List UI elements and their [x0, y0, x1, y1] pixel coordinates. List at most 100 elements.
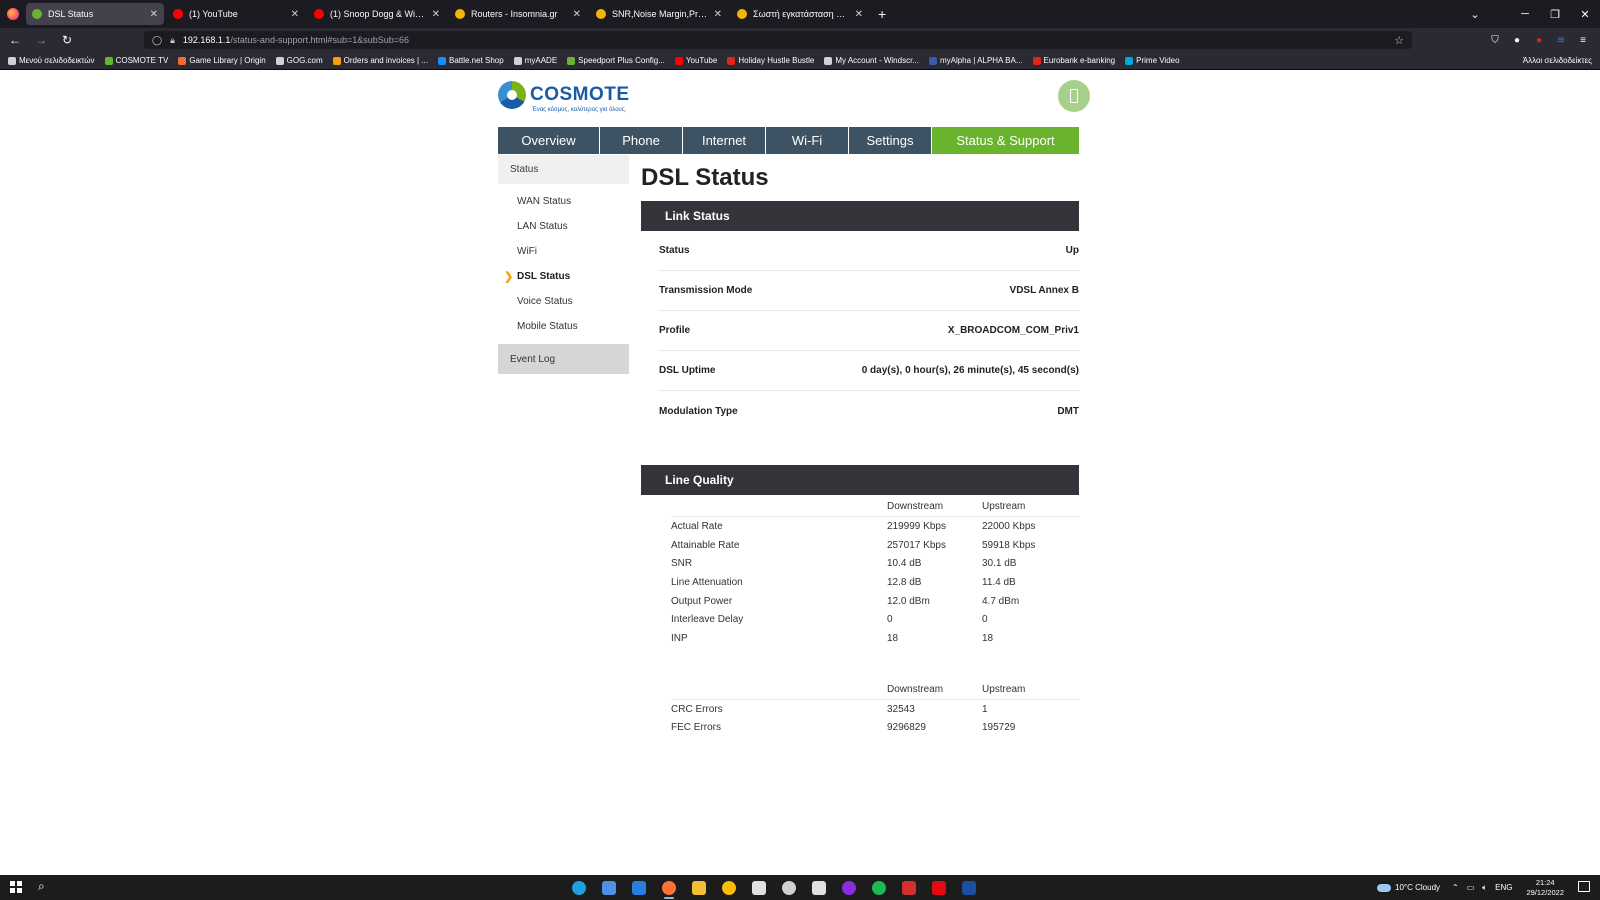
page-title: DSL Status	[641, 164, 769, 191]
bookmark-item[interactable]: YouTube	[674, 56, 717, 65]
clock[interactable]: 21:24 29/12/2022	[1526, 878, 1564, 898]
firefox-icon[interactable]	[0, 0, 26, 28]
weather-widget[interactable]: 10°C Cloudy	[1377, 883, 1440, 892]
extension-red-icon[interactable]: ●	[1528, 35, 1550, 46]
browser-tab[interactable]: (1) Snoop Dogg & Wiz Khalifa ✕	[308, 3, 446, 25]
bookmark-item[interactable]: Prime Video	[1125, 56, 1180, 65]
tab-close-icon[interactable]: ✕	[291, 9, 299, 20]
bookmark-item[interactable]: My Account - Windscr...	[824, 56, 919, 65]
address-bar[interactable]: ◯ 🔒︎ 192.168.1.1 /status-and-support.htm…	[144, 31, 1412, 49]
bookmark-star-icon[interactable]: ☆	[1394, 34, 1404, 47]
sidebar-item-mobile-status[interactable]: Mobile Status	[498, 314, 629, 339]
bookmark-label: Battle.net Shop	[449, 56, 504, 65]
line-quality-heading: Line Quality	[641, 465, 1079, 495]
tab-close-icon[interactable]: ✕	[432, 9, 440, 20]
account-icon[interactable]: ●	[1506, 35, 1528, 46]
sidebar-item-dsl-status[interactable]: ❯ DSL Status	[498, 264, 629, 289]
taskbar-store-icon[interactable]	[594, 875, 624, 900]
other-bookmarks[interactable]: Άλλοι σελιδοδείκτες	[1523, 56, 1592, 65]
taskbar-ea-icon[interactable]	[804, 875, 834, 900]
bookmark-label: Eurobank e-banking	[1043, 56, 1116, 65]
table-row: FEC Errors 9296829 195729	[671, 719, 1079, 738]
new-tab-icon[interactable]: +	[878, 6, 886, 22]
browser-tab[interactable]: Σωστή εγκατάσταση ADSL,συν ✕	[731, 3, 869, 25]
menu-item-overview[interactable]: Overview	[498, 127, 600, 154]
volume-icon[interactable]: 🔈︎	[1482, 883, 1487, 893]
tab-close-icon[interactable]: ✕	[150, 9, 158, 20]
taskbar-mail-icon[interactable]	[624, 875, 654, 900]
sidebar-item-event-log[interactable]: Event Log	[498, 344, 629, 374]
bookmark-item[interactable]: GOG.com	[275, 56, 323, 65]
row-label: CRC Errors	[671, 703, 723, 715]
bookmark-favicon-icon	[332, 56, 341, 65]
taskbar-app-64-icon[interactable]	[894, 875, 924, 900]
back-icon[interactable]: ←	[4, 33, 26, 47]
main-content: DSL Status Link Status Status Up Transmiss…	[641, 155, 1079, 737]
browser-tab[interactable]: (1) YouTube ✕	[167, 3, 305, 25]
taskbar-netflix-icon[interactable]	[924, 875, 954, 900]
bookmark-item[interactable]: myAlpha | ALPHA BA...	[928, 56, 1023, 65]
bookmark-item[interactable]: Game Library | Origin	[178, 56, 266, 65]
taskbar-explorer-icon[interactable]	[684, 875, 714, 900]
extension-blue-icon[interactable]: ≋	[1550, 35, 1572, 46]
tab-close-icon[interactable]: ✕	[855, 9, 863, 20]
bookmark-item[interactable]: Orders and invoices | ...	[332, 56, 428, 65]
menu-item-internet[interactable]: Internet	[683, 127, 766, 154]
cell-value: 18	[887, 632, 899, 644]
sidebar-item-voice-status[interactable]: Voice Status	[498, 289, 629, 314]
taskbar-firefox-icon[interactable]	[654, 875, 684, 900]
link-status-value: DMT	[1057, 405, 1079, 417]
sidebar-item-wan-status[interactable]: WAN Status	[498, 189, 629, 214]
reload-icon[interactable]: ↻	[56, 33, 78, 47]
restore-icon[interactable]: ❐	[1540, 8, 1570, 21]
bookmark-item[interactable]: Battle.net Shop	[438, 56, 504, 65]
menu-item-status-support[interactable]: Status & Support	[932, 127, 1079, 154]
chevron-up-icon[interactable]: ⌃	[1452, 883, 1459, 892]
row-label: INP	[671, 632, 688, 644]
logout-button[interactable]	[1058, 80, 1090, 112]
windows-start-icon[interactable]	[10, 881, 22, 893]
taskbar-edge-icon[interactable]	[564, 875, 594, 900]
taskbar-epic-icon[interactable]	[744, 875, 774, 900]
sidebar-item-lan-status[interactable]: LAN Status	[498, 214, 629, 239]
sidebar-heading[interactable]: Status	[498, 155, 629, 184]
bookmark-item[interactable]: Speedport Plus Config...	[567, 56, 665, 65]
lock-icon[interactable]: 🔒︎	[170, 35, 175, 46]
menu-item-wi-fi[interactable]: Wi-Fi	[766, 127, 849, 154]
bookmark-label: Orders and invoices | ...	[343, 56, 428, 65]
bookmark-item[interactable]: myAADE	[513, 56, 557, 65]
taskbar-chrome-icon[interactable]	[714, 875, 744, 900]
menu-icon[interactable]: ≡	[1572, 35, 1594, 46]
forward-icon[interactable]: →	[30, 33, 52, 47]
browser-tab[interactable]: Routers - Insomnia.gr ✕	[449, 3, 587, 25]
language-indicator[interactable]: ENG	[1495, 883, 1512, 892]
bookmark-item[interactable]: Μενού σελιδοδεικτών	[8, 56, 95, 65]
list-all-tabs-icon[interactable]: ⌄	[1460, 8, 1490, 21]
taskbar-app-blue-icon[interactable]	[954, 875, 984, 900]
cosmote-logo[interactable]: COSMOTE Ένας κόσμος, καλύτερος για όλους…	[498, 81, 630, 113]
row-label: Attainable Rate	[671, 539, 740, 551]
browser-tab[interactable]: DSL Status ✕	[26, 3, 164, 25]
bookmark-item[interactable]: Holiday Hustle Bustle	[727, 56, 814, 65]
bookmark-label: GOG.com	[286, 56, 323, 65]
menu-item-phone[interactable]: Phone	[600, 127, 683, 154]
bookmark-item[interactable]: COSMOTE TV	[104, 56, 168, 65]
taskbar-obs-icon[interactable]	[774, 875, 804, 900]
pocket-icon[interactable]: ⛉	[1484, 35, 1506, 46]
network-icon[interactable]: ▭	[1467, 883, 1475, 892]
sidebar-item-wifi[interactable]: WiFi	[498, 239, 629, 264]
tab-close-icon[interactable]: ✕	[573, 9, 581, 20]
table-row: SNR 10.4 dB 30.1 dB	[671, 554, 1079, 573]
link-status-row: DSL Uptime 0 day(s), 0 hour(s), 26 minute…	[659, 351, 1079, 391]
bookmark-item[interactable]: Eurobank e-banking	[1032, 56, 1116, 65]
browser-tab[interactable]: SNR,Noise Margin,Profiles Περ ✕	[590, 3, 728, 25]
taskbar-spotify-icon[interactable]	[864, 875, 894, 900]
menu-item-settings[interactable]: Settings	[849, 127, 932, 154]
close-window-icon[interactable]: ✕	[1570, 8, 1600, 21]
minimize-icon[interactable]: ─	[1510, 8, 1540, 20]
taskbar-app-purple-icon[interactable]	[834, 875, 864, 900]
tab-close-icon[interactable]: ✕	[714, 9, 722, 20]
search-icon[interactable]: ⌕	[38, 879, 45, 894]
notification-icon[interactable]	[1578, 881, 1590, 892]
shield-icon[interactable]: ◯	[152, 35, 162, 46]
